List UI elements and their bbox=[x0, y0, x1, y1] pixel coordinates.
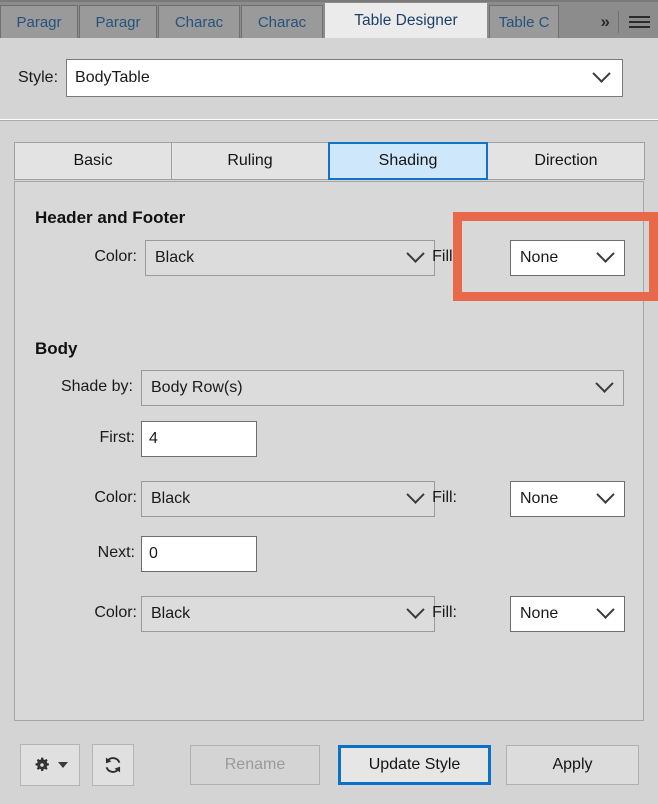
combo-value: None bbox=[520, 605, 559, 622]
window-tabstrip: Paragr Paragr Charac Charac Table Design… bbox=[0, 0, 658, 38]
first-fill-label: Fill: bbox=[432, 489, 457, 506]
dialog-button-bar: Rename Update Style Apply bbox=[0, 735, 658, 804]
refresh-icon bbox=[105, 757, 121, 773]
combo-value: None bbox=[520, 490, 559, 507]
button-label: Apply bbox=[552, 756, 593, 773]
tab-paragraph-1[interactable]: Paragr bbox=[0, 5, 78, 38]
tab-label: Ruling bbox=[227, 152, 273, 169]
tab-shading[interactable]: Shading bbox=[328, 142, 488, 180]
button-label: Update Style bbox=[368, 756, 461, 773]
combo-value: None bbox=[520, 249, 559, 266]
tab-label: Shading bbox=[378, 152, 438, 169]
apply-button[interactable]: Apply bbox=[506, 745, 639, 785]
gear-icon bbox=[35, 757, 49, 772]
tab-paragraph-2[interactable]: Paragr bbox=[79, 5, 157, 38]
hamburger-menu-icon[interactable] bbox=[629, 15, 650, 28]
chevron-down-icon[interactable] bbox=[596, 599, 615, 623]
tab-label: Paragr bbox=[16, 13, 62, 31]
tab-table-designer[interactable]: Table Designer bbox=[324, 2, 488, 38]
tab-ruling[interactable]: Ruling bbox=[171, 142, 329, 180]
next-input-value: 0 bbox=[149, 545, 158, 562]
gear-menu-button[interactable] bbox=[20, 744, 80, 786]
update-style-button[interactable]: Update Style bbox=[338, 745, 491, 785]
header-footer-color-label: Color: bbox=[94, 248, 137, 265]
tab-label: Charac bbox=[257, 13, 307, 31]
style-combo[interactable]: BodyTable bbox=[66, 59, 624, 97]
tab-label: Charac bbox=[174, 13, 224, 31]
next-color-combo[interactable]: Black bbox=[141, 596, 435, 632]
toolbar-separator bbox=[0, 119, 658, 121]
body-title: Body bbox=[35, 339, 78, 358]
shade-by-label: Shade by: bbox=[60, 378, 133, 395]
header-footer-title: Header and Footer bbox=[35, 208, 186, 227]
tab-label: Paragr bbox=[95, 13, 141, 31]
tab-label: Direction bbox=[534, 152, 598, 169]
shading-panel: Header and Footer Color: Black Fill: Non… bbox=[14, 181, 644, 721]
style-combo-value: BodyTable bbox=[75, 69, 150, 86]
header-footer-fill-combo[interactable]: None bbox=[510, 240, 625, 276]
chevron-down-icon[interactable] bbox=[592, 63, 611, 87]
tab-label: Table Designer bbox=[354, 11, 458, 29]
combo-value: Black bbox=[151, 490, 191, 507]
tab-character-2[interactable]: Charac bbox=[241, 5, 323, 38]
header-footer-color-combo[interactable]: Black bbox=[145, 240, 435, 276]
first-fill-combo[interactable]: None bbox=[510, 481, 625, 517]
shade-by-combo[interactable]: Body Row(s) bbox=[141, 370, 624, 406]
combo-value: Black bbox=[155, 249, 195, 266]
rename-button[interactable]: Rename bbox=[190, 745, 320, 785]
tab-label: Table C bbox=[498, 13, 550, 31]
tab-direction[interactable]: Direction bbox=[487, 142, 645, 180]
chevron-down-icon bbox=[58, 762, 68, 768]
button-label: Rename bbox=[224, 756, 286, 773]
combo-value: Black bbox=[151, 605, 191, 622]
tab-table-catalog[interactable]: Table C bbox=[489, 5, 559, 38]
next-label: Next: bbox=[97, 544, 135, 561]
shading-tabbar: Basic Ruling Shading Direction bbox=[14, 142, 645, 180]
next-color-label: Color: bbox=[94, 604, 137, 621]
tabstrip-tools: » bbox=[601, 5, 658, 38]
first-color-combo[interactable]: Black bbox=[141, 481, 435, 517]
first-input[interactable]: 4 bbox=[141, 421, 257, 457]
first-label: First: bbox=[99, 429, 135, 446]
refresh-button[interactable] bbox=[92, 744, 134, 786]
style-label: Style: bbox=[18, 69, 59, 86]
tab-basic[interactable]: Basic bbox=[14, 142, 172, 180]
next-input[interactable]: 0 bbox=[141, 536, 257, 572]
style-row: Style: BodyTable bbox=[0, 38, 658, 118]
first-color-label: Color: bbox=[94, 489, 137, 506]
tab-overflow-icon[interactable]: » bbox=[601, 12, 611, 32]
header-footer-fill-label: Fill: bbox=[432, 248, 457, 265]
next-fill-label: Fill: bbox=[432, 604, 457, 621]
tabstrip-divider bbox=[618, 10, 619, 33]
tab-character-1[interactable]: Charac bbox=[158, 5, 240, 38]
next-fill-combo[interactable]: None bbox=[510, 596, 625, 632]
first-input-value: 4 bbox=[149, 430, 158, 447]
tab-label: Basic bbox=[73, 152, 113, 169]
combo-value: Body Row(s) bbox=[151, 379, 243, 396]
chevron-down-icon[interactable] bbox=[596, 243, 615, 267]
chevron-down-icon[interactable] bbox=[595, 373, 614, 397]
chevron-down-icon[interactable] bbox=[596, 484, 615, 508]
